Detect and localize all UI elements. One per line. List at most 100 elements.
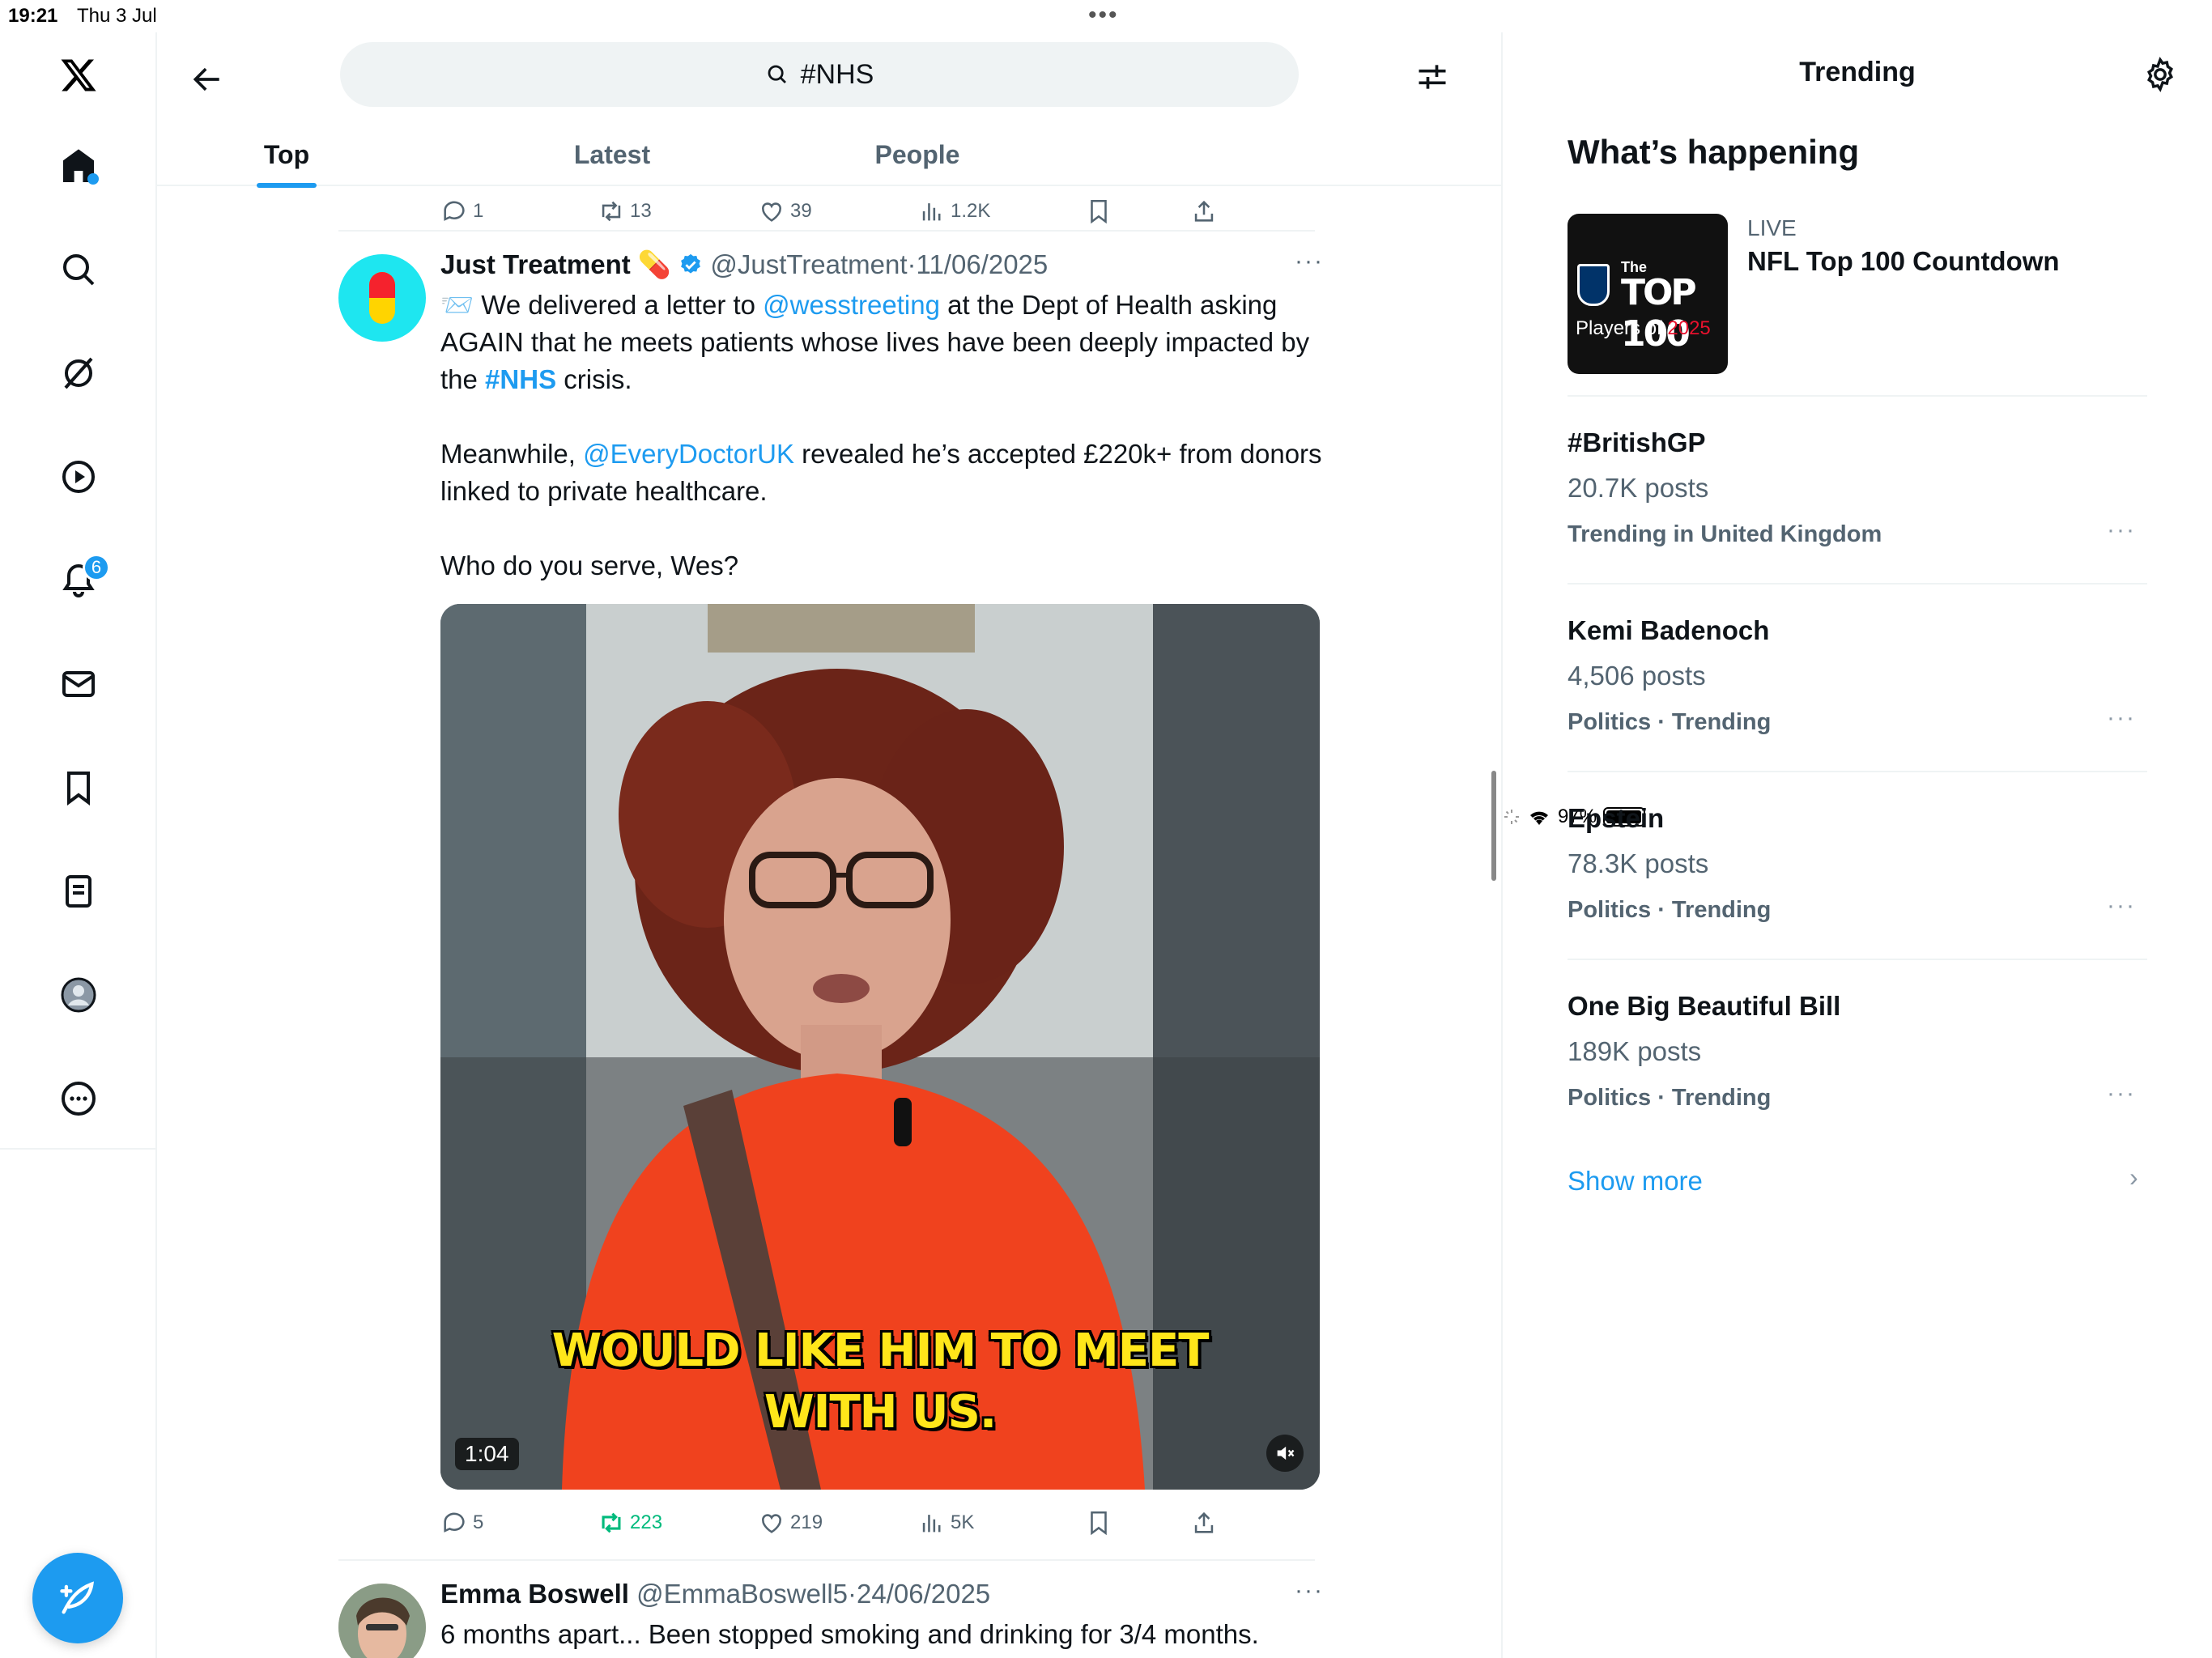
- trend-more-icon[interactable]: ···: [2107, 1080, 2136, 1107]
- tab-latest[interactable]: Latest: [416, 123, 808, 186]
- views-chart-icon: [922, 203, 941, 221]
- x-logo-icon[interactable]: [50, 47, 107, 104]
- trend-post-count: 189K posts: [1568, 1036, 1702, 1066]
- trend-post-count: 20.7K posts: [1568, 473, 1709, 503]
- tweet-more-options-icon[interactable]: ···: [1295, 1577, 1324, 1605]
- trend-post-count: 4,506 posts: [1568, 661, 1706, 691]
- tweet-divider: [338, 230, 1315, 232]
- trend-name: One Big Beautiful Bill: [1568, 991, 1841, 1021]
- tweet-date[interactable]: 24/06/2025: [857, 1579, 990, 1609]
- repost-button[interactable]: 13: [598, 191, 652, 232]
- author-avatar[interactable]: [338, 254, 426, 342]
- reply-button[interactable]: 1: [440, 191, 483, 232]
- multitasking-grabber-icon[interactable]: •••: [1088, 2, 1119, 29]
- tab-people[interactable]: People: [808, 123, 1027, 186]
- reply-count: 1: [473, 200, 484, 222]
- more-icon[interactable]: [50, 1070, 107, 1127]
- views-button[interactable]: 1.2K: [918, 191, 990, 232]
- live-event-title[interactable]: NFL Top 100 Countdown: [1747, 246, 2060, 277]
- active-tab-indicator: [257, 183, 317, 188]
- tweet-more-options-icon[interactable]: ···: [1295, 248, 1324, 275]
- reply-button[interactable]: 5: [440, 1503, 483, 1543]
- status-bar: 19:21 Thu 3 Jul ••• 97%: [0, 0, 2212, 827]
- hashtag-nhs[interactable]: #NHS: [485, 364, 556, 394]
- live-event-thumbnail[interactable]: The TOP 100 Players of 2025: [1568, 214, 1728, 374]
- settings-button[interactable]: [2138, 52, 2183, 97]
- tweet-text: 📨 We delivered a letter to @wesstreeting…: [440, 287, 1323, 585]
- home-unread-dot: [87, 173, 99, 185]
- compose-button[interactable]: [32, 1553, 123, 1643]
- header-separator: ·: [848, 1579, 857, 1609]
- gear-icon: [2147, 57, 2173, 92]
- trend-name: Epstein: [1568, 803, 1665, 833]
- home-icon[interactable]: [50, 138, 107, 194]
- bookmark-button[interactable]: [1085, 1503, 1112, 1543]
- author-name[interactable]: Emma Boswell: [440, 1579, 629, 1609]
- mute-button[interactable]: [1266, 1435, 1304, 1472]
- reply-icon: [444, 1512, 465, 1533]
- sliders-icon: [1419, 65, 1446, 89]
- bookmark-button[interactable]: [1085, 191, 1112, 232]
- trend-category: Politics · Trending: [1568, 1085, 1772, 1111]
- search-icon[interactable]: [50, 241, 107, 298]
- speaker-muted-icon: [1277, 1446, 1295, 1460]
- tab-top[interactable]: Top: [157, 123, 416, 188]
- profile-icon[interactable]: [50, 967, 107, 1023]
- grok-icon[interactable]: [50, 345, 107, 402]
- author-name[interactable]: Just Treatment: [440, 249, 631, 279]
- search-filters-button[interactable]: [1404, 49, 1461, 105]
- like-button[interactable]: 219: [758, 1503, 823, 1543]
- like-count: 219: [790, 1511, 823, 1533]
- views-chart-icon: [922, 1515, 941, 1533]
- mention-wesstreeting[interactable]: @wesstreeting: [763, 290, 940, 320]
- author-avatar[interactable]: [338, 1584, 426, 1658]
- author-handle[interactable]: @EmmaBoswell5: [636, 1579, 848, 1609]
- video-icon[interactable]: [50, 449, 107, 505]
- tab-label: People: [874, 139, 960, 169]
- feed-scrollbar[interactable]: [1491, 771, 1496, 881]
- share-button[interactable]: [1190, 191, 1218, 232]
- tweet-video[interactable]: WOULD LIKE HIM TO MEET WITH US. 1:04: [440, 604, 1320, 1490]
- author-emoji: 💊: [637, 249, 672, 279]
- share-icon: [1194, 200, 1214, 222]
- views-count: 5K: [951, 1511, 975, 1533]
- video-duration: 1:04: [455, 1438, 519, 1470]
- letter-emoji: 📨: [440, 290, 474, 320]
- repost-button[interactable]: 223: [598, 1503, 662, 1543]
- like-button[interactable]: 39: [758, 191, 812, 232]
- trend-more-icon[interactable]: ···: [2107, 892, 2136, 920]
- nav-divider: [0, 1148, 157, 1150]
- trend-category: Trending in United Kingdom: [1568, 521, 1882, 547]
- trend-category: Politics · Trending: [1568, 709, 1772, 735]
- tweet-paragraph-2: Meanwhile, @EveryDoctorUK revealed he’s …: [440, 436, 1323, 510]
- views-button[interactable]: 5K: [918, 1503, 974, 1543]
- trend-more-icon[interactable]: ···: [2107, 517, 2136, 544]
- tweet-header: Just Treatment 💊 @JustTreatment·11/06/20…: [440, 249, 1048, 281]
- author-handle[interactable]: @JustTreatment: [710, 249, 907, 279]
- search-input[interactable]: #NHS: [340, 42, 1299, 107]
- messages-icon[interactable]: [50, 656, 107, 712]
- thumb-players-of: Players of: [1576, 317, 1668, 339]
- trend-divider: [1568, 771, 2147, 772]
- reply-count: 5: [473, 1511, 484, 1533]
- bookmarks-icon[interactable]: [50, 759, 107, 816]
- show-more-link[interactable]: Show more: [1568, 1166, 1703, 1197]
- back-button[interactable]: [173, 45, 241, 113]
- bookmark-icon: [1091, 1511, 1107, 1536]
- tweet-date[interactable]: 11/06/2025: [917, 249, 1049, 279]
- search-tabs: Top Latest People: [157, 123, 1501, 188]
- video-caption-line-2: WITH US.: [764, 1386, 997, 1439]
- search-header: #NHS Top Latest People: [157, 32, 1501, 188]
- compose-feather-icon: [60, 1581, 94, 1614]
- lists-icon[interactable]: [50, 863, 107, 920]
- trend-more-icon[interactable]: ···: [2107, 704, 2136, 732]
- live-label: LIVE: [1747, 215, 1797, 240]
- pill-logo-icon: [369, 272, 395, 324]
- trend-divider: [1568, 395, 2147, 397]
- header-separator: ·: [907, 249, 917, 279]
- mention-everydoctoruk[interactable]: @EveryDoctorUK: [583, 439, 794, 469]
- avatar-photo-image: [338, 1584, 426, 1658]
- tweet-text-segment: We delivered a letter to: [474, 290, 764, 320]
- share-button[interactable]: [1190, 1503, 1218, 1543]
